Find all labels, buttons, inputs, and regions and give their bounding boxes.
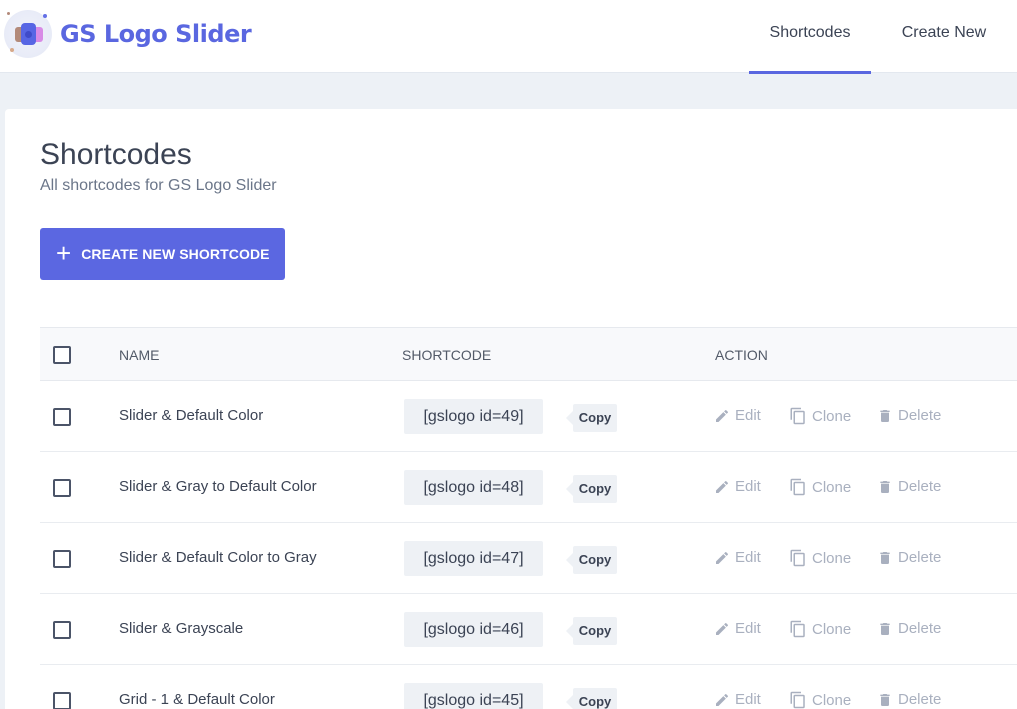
- edit-button[interactable]: Edit: [714, 549, 761, 566]
- table-row: Slider & Gray to Default Color [gslogo i…: [40, 452, 1017, 523]
- table-row: Grid - 1 & Default Color [gslogo id=45] …: [40, 665, 1017, 709]
- pencil-icon: [716, 693, 729, 706]
- top-nav: Shortcodes Create New: [749, 0, 1017, 74]
- trash-icon: [880, 622, 890, 635]
- trash-icon: [880, 693, 890, 706]
- trash-icon: [880, 409, 890, 422]
- shortcode-value: [gslogo id=45]: [404, 683, 543, 709]
- clone-label: Clone: [812, 549, 852, 567]
- delete-label: Delete: [898, 549, 942, 566]
- create-button-label: CREATE NEW SHORTCODE: [81, 246, 270, 262]
- page-title: Shortcodes: [40, 138, 192, 171]
- trash-icon: [880, 480, 890, 493]
- clone-button[interactable]: Clone: [789, 691, 851, 709]
- copy-icon: [790, 620, 805, 638]
- copy-icon: [790, 549, 805, 567]
- row-checkbox[interactable]: [53, 408, 71, 426]
- shortcode-name[interactable]: Slider & Default Color: [119, 407, 263, 424]
- copy-button[interactable]: Copy: [566, 688, 617, 709]
- brand[interactable]: GS Logo Slider: [4, 10, 252, 58]
- edit-label: Edit: [735, 620, 761, 637]
- shortcode-value: [gslogo id=49]: [404, 399, 543, 434]
- table-header: NAME SHORTCODE ACTION: [40, 327, 1017, 381]
- nav-tab-shortcodes[interactable]: Shortcodes: [749, 0, 871, 74]
- edit-button[interactable]: Edit: [714, 478, 761, 495]
- delete-label: Delete: [898, 691, 942, 708]
- shortcode-value: [gslogo id=46]: [404, 612, 543, 647]
- column-header-shortcode: SHORTCODE: [402, 347, 492, 363]
- top-header: GS Logo Slider Shortcodes Create New: [0, 0, 1017, 74]
- shortcodes-table: NAME SHORTCODE ACTION Slider & Default C…: [40, 327, 1017, 709]
- shortcode-value: [gslogo id=48]: [404, 470, 543, 505]
- copy-icon: [790, 691, 805, 709]
- copy-icon: [790, 478, 805, 496]
- copy-button[interactable]: Copy: [566, 404, 617, 432]
- clone-label: Clone: [812, 691, 852, 709]
- clone-label: Clone: [812, 407, 852, 425]
- edit-label: Edit: [735, 407, 761, 424]
- edit-label: Edit: [735, 478, 761, 495]
- table-row: Slider & Default Color to Gray [gslogo i…: [40, 523, 1017, 594]
- pencil-icon: [716, 409, 729, 422]
- edit-label: Edit: [735, 691, 761, 708]
- shortcode-name[interactable]: Slider & Grayscale: [119, 620, 243, 637]
- content-card: Shortcodes All shortcodes for GS Logo Sl…: [5, 109, 1017, 709]
- pencil-icon: [716, 622, 729, 635]
- logo-icon: [4, 10, 52, 58]
- shortcode-name[interactable]: Slider & Default Color to Gray: [119, 549, 317, 566]
- row-checkbox[interactable]: [53, 550, 71, 568]
- delete-label: Delete: [898, 620, 942, 637]
- pencil-icon: [716, 480, 729, 493]
- shortcode-value: [gslogo id=47]: [404, 541, 543, 576]
- plus-icon: +: [56, 237, 72, 268]
- delete-button[interactable]: Delete: [877, 407, 941, 424]
- copy-button[interactable]: Copy: [566, 617, 617, 645]
- delete-label: Delete: [898, 407, 942, 424]
- clone-button[interactable]: Clone: [789, 620, 851, 638]
- clone-label: Clone: [812, 478, 852, 496]
- table-row: Slider & Default Color [gslogo id=49] Co…: [40, 381, 1017, 452]
- clone-button[interactable]: Clone: [789, 478, 851, 496]
- copy-button[interactable]: Copy: [566, 475, 617, 503]
- brand-name: GS Logo Slider: [60, 20, 252, 48]
- page-subtitle: All shortcodes for GS Logo Slider: [40, 177, 277, 194]
- delete-button[interactable]: Delete: [877, 549, 941, 566]
- edit-button[interactable]: Edit: [714, 691, 761, 708]
- clone-label: Clone: [812, 620, 852, 638]
- column-header-name: NAME: [119, 347, 160, 363]
- shortcode-name[interactable]: Grid - 1 & Default Color: [119, 691, 275, 708]
- row-checkbox[interactable]: [53, 479, 71, 497]
- copy-button[interactable]: Copy: [566, 546, 617, 574]
- shortcode-name[interactable]: Slider & Gray to Default Color: [119, 478, 317, 495]
- copy-icon: [790, 407, 805, 425]
- edit-button[interactable]: Edit: [714, 620, 761, 637]
- row-checkbox[interactable]: [53, 621, 71, 639]
- column-header-action: ACTION: [715, 347, 768, 363]
- select-all-checkbox[interactable]: [53, 346, 71, 364]
- clone-button[interactable]: Clone: [789, 407, 851, 425]
- delete-label: Delete: [898, 478, 942, 495]
- row-checkbox[interactable]: [53, 692, 71, 709]
- edit-button[interactable]: Edit: [714, 407, 761, 424]
- clone-button[interactable]: Clone: [789, 549, 851, 567]
- delete-button[interactable]: Delete: [877, 691, 941, 708]
- delete-button[interactable]: Delete: [877, 620, 941, 637]
- trash-icon: [880, 551, 890, 564]
- table-row: Slider & Grayscale [gslogo id=46] Copy E…: [40, 594, 1017, 665]
- edit-label: Edit: [735, 549, 761, 566]
- create-new-shortcode-button[interactable]: + CREATE NEW SHORTCODE: [40, 228, 285, 280]
- delete-button[interactable]: Delete: [877, 478, 941, 495]
- nav-tab-create-new[interactable]: Create New: [871, 0, 1017, 73]
- pencil-icon: [716, 551, 729, 564]
